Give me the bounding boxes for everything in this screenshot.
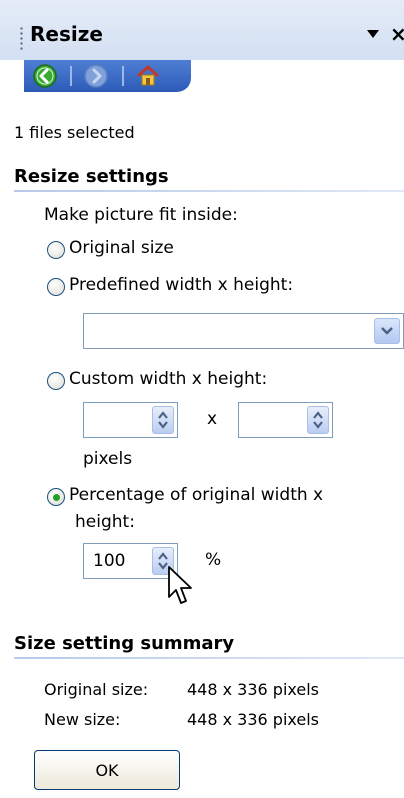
percentage-input[interactable]: 100	[83, 543, 178, 579]
pane-title: Resize	[30, 22, 103, 46]
predefined-size-radio[interactable]	[47, 278, 65, 296]
pixels-label: pixels	[83, 449, 133, 469]
custom-width-spinner[interactable]	[152, 406, 174, 434]
drag-grip-icon[interactable]	[20, 26, 23, 50]
dropdown-button[interactable]	[374, 318, 400, 344]
back-button[interactable]	[32, 63, 58, 89]
forward-button[interactable]	[83, 63, 109, 89]
back-icon	[33, 64, 57, 88]
times-label: x	[207, 409, 218, 429]
percentage-label-line1[interactable]: Percentage of original width x	[69, 485, 323, 505]
percent-unit-label: %	[205, 550, 222, 570]
percentage-radio[interactable]	[47, 488, 65, 506]
custom-size-radio[interactable]	[47, 372, 65, 390]
spinner-arrows-icon	[158, 411, 168, 429]
custom-size-label[interactable]: Custom width x height:	[69, 369, 267, 389]
percentage-label-line2[interactable]: height:	[75, 512, 135, 532]
custom-height-spinner[interactable]	[307, 406, 329, 434]
triangle-down-icon[interactable]	[367, 30, 379, 38]
new-size-summary-label: New size:	[44, 710, 121, 729]
nav-separator	[122, 66, 124, 86]
home-button[interactable]	[135, 63, 161, 89]
original-size-radio[interactable]	[47, 241, 65, 259]
close-icon[interactable]: ×	[390, 22, 404, 46]
original-size-label[interactable]: Original size	[69, 238, 174, 258]
predefined-size-label[interactable]: Predefined width x height:	[69, 275, 293, 295]
new-size-summary-value: 448 x 336 pixels	[187, 710, 320, 729]
chevron-down-icon	[381, 327, 393, 335]
task-pane-header: Resize ×	[0, 0, 404, 60]
original-size-summary-label: Original size:	[44, 680, 149, 699]
home-icon	[136, 65, 160, 86]
resize-settings-heading: Resize settings	[14, 166, 169, 187]
nav-separator	[70, 66, 72, 86]
forward-icon	[84, 64, 108, 88]
original-size-summary-value: 448 x 336 pixels	[187, 680, 320, 699]
custom-width-input[interactable]	[83, 402, 178, 438]
section-divider	[14, 657, 404, 659]
section-divider	[14, 190, 404, 192]
ok-button[interactable]: OK	[34, 750, 180, 790]
files-selected-text: 1 files selected	[14, 123, 135, 142]
percentage-value: 100	[93, 551, 126, 571]
spinner-arrows-icon	[313, 411, 323, 429]
predefined-size-dropdown[interactable]	[83, 313, 404, 349]
fit-inside-label: Make picture fit inside:	[44, 205, 238, 225]
navigation-toolbar	[24, 60, 191, 92]
mouse-pointer-icon	[168, 566, 192, 604]
custom-height-input[interactable]	[238, 402, 333, 438]
summary-heading: Size setting summary	[14, 633, 235, 654]
